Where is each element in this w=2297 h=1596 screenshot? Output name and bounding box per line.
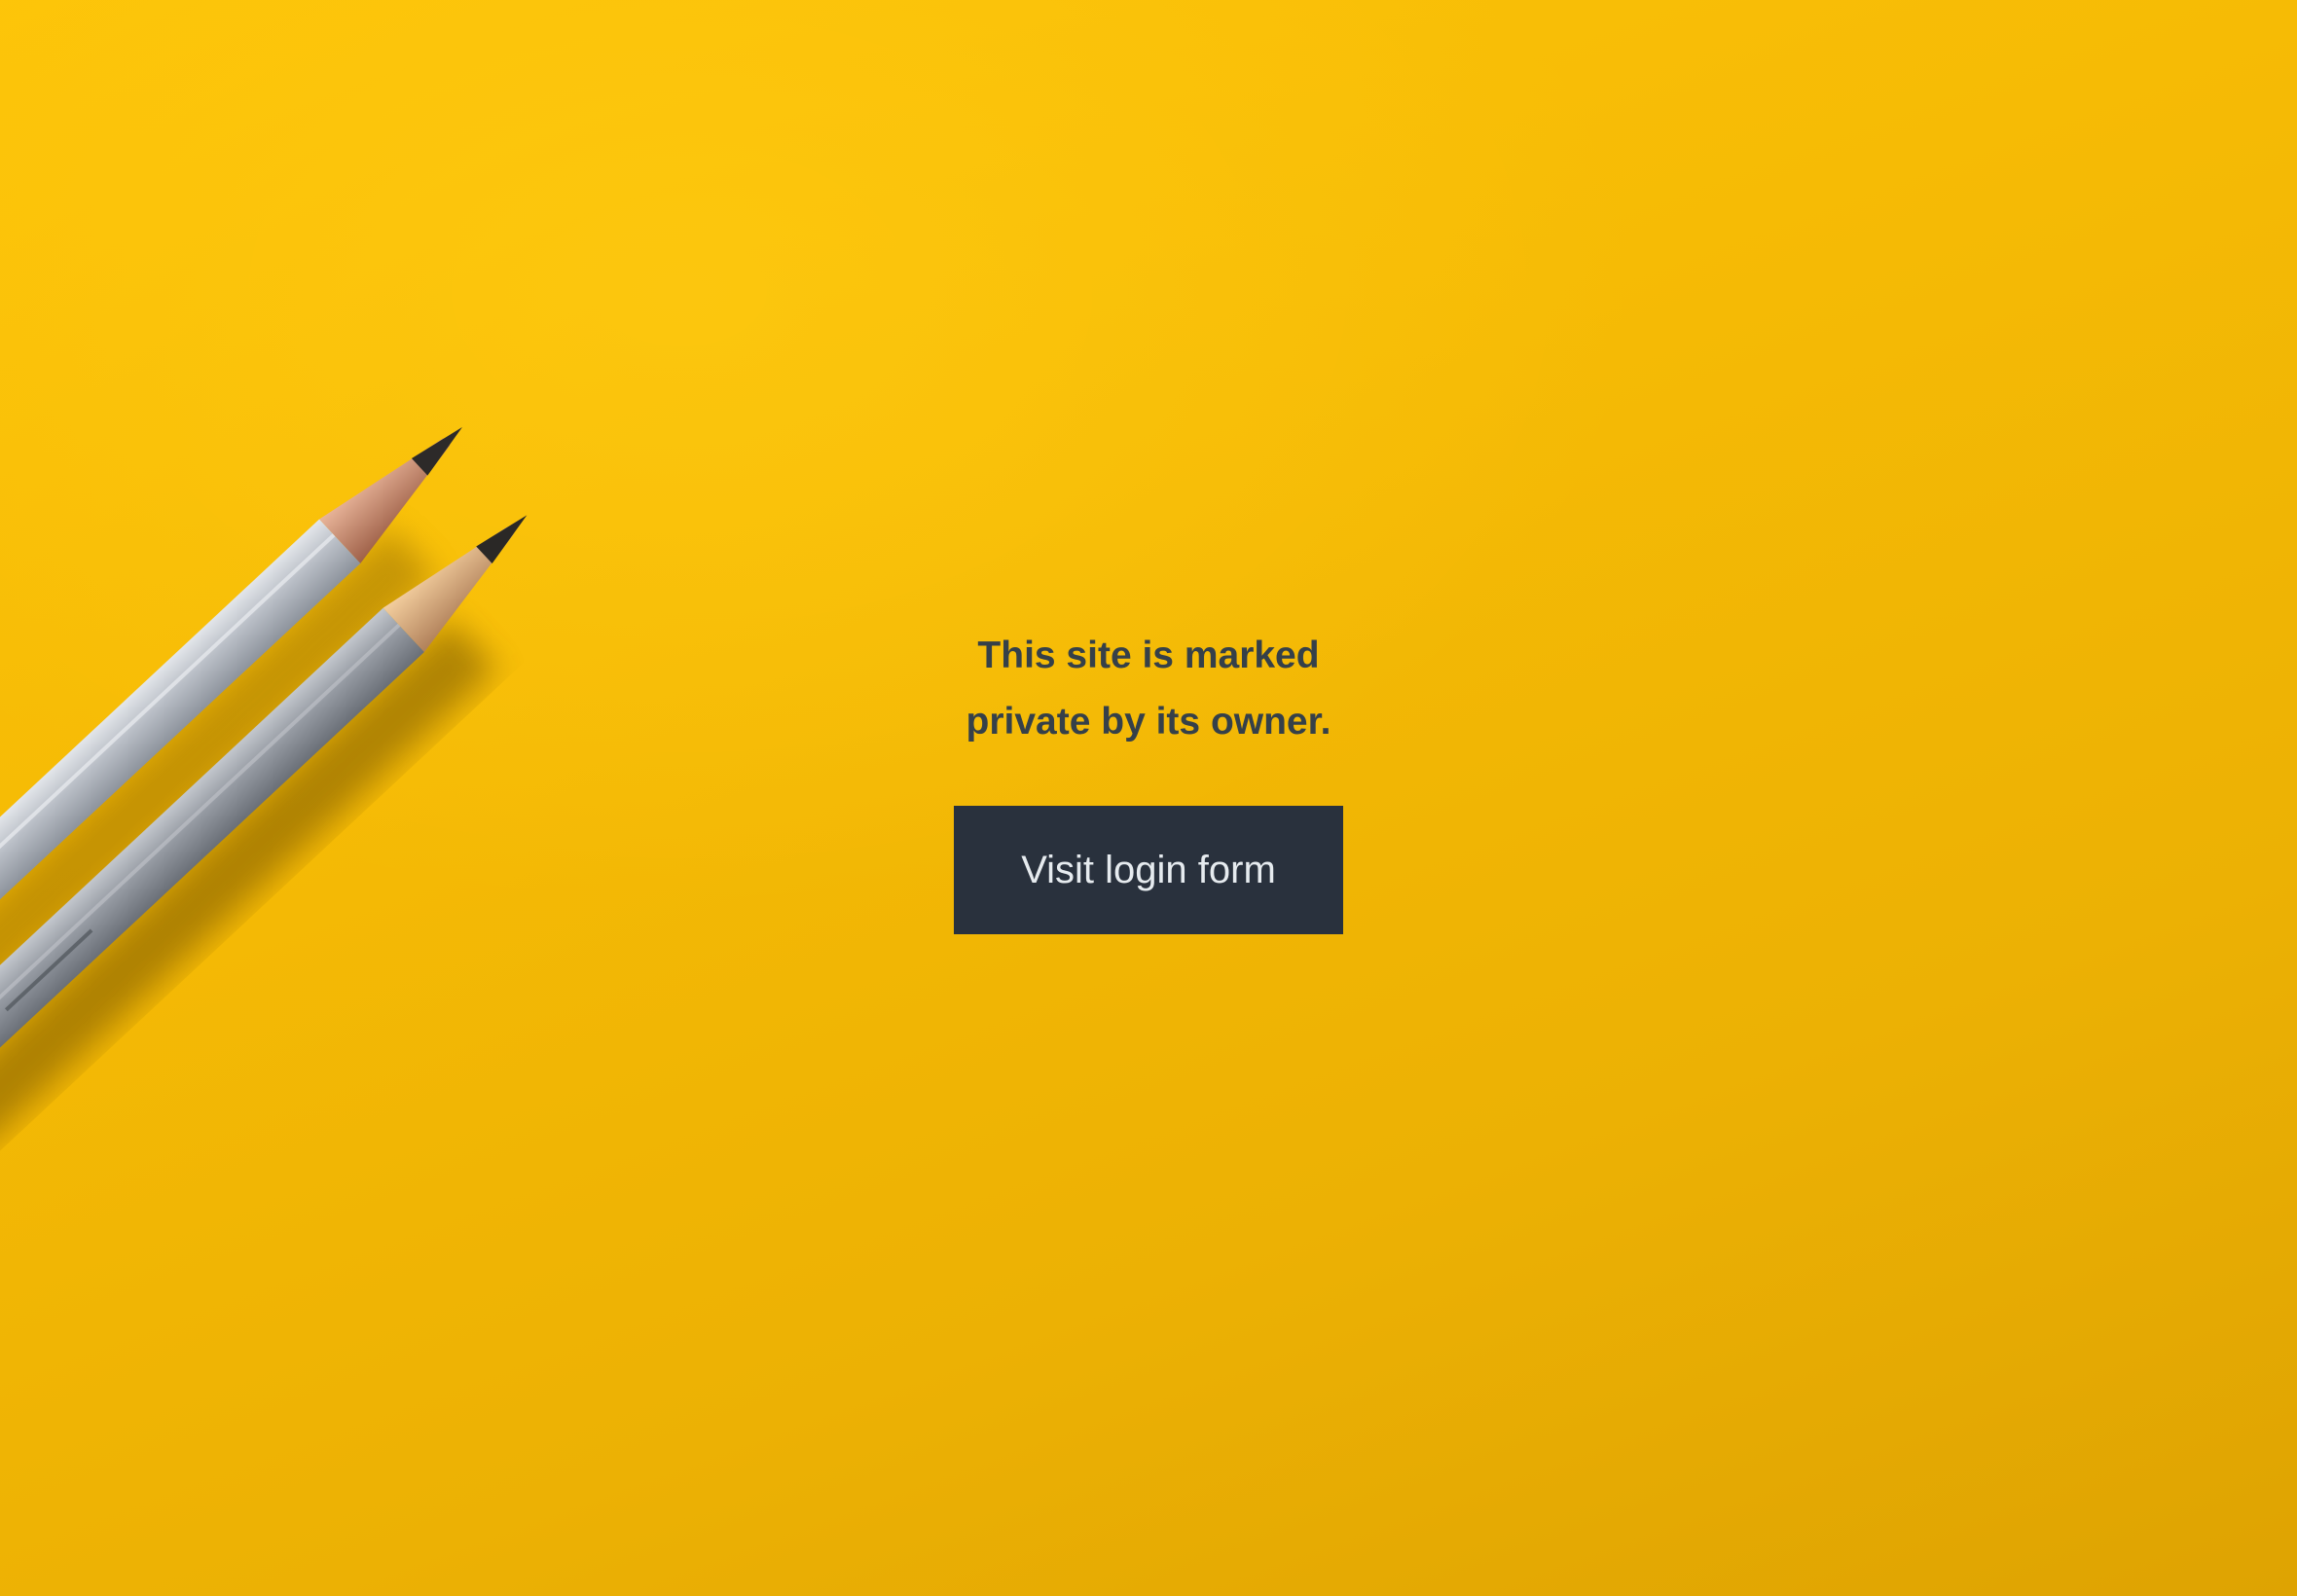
visit-login-form-button[interactable]: Visit login form [954,806,1343,934]
private-site-panel: This site is marked private by its owner… [0,623,2297,934]
private-site-message: This site is marked private by its owner… [966,635,1331,743]
